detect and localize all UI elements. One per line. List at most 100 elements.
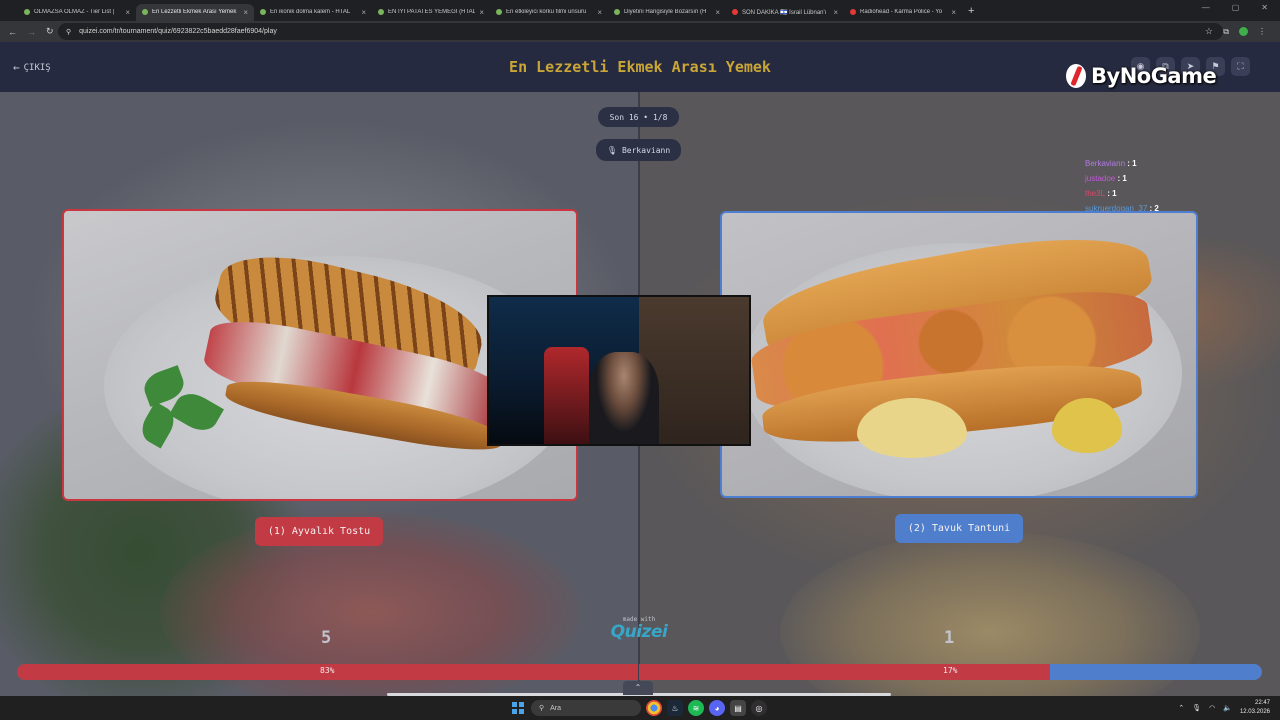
tab-title: En Lezzetli Ekmek Arası Yemek [152, 9, 237, 15]
youtube-icon [732, 9, 738, 15]
reload-icon[interactable]: ↻ [46, 26, 54, 37]
chat-vote-count: 1 [1122, 174, 1127, 183]
volume-icon[interactable]: 🔈 [1223, 704, 1232, 712]
browser-toolbar: ← → ↻ ⚲ quizei.com/tr/tournament/quiz/69… [0, 21, 1280, 42]
back-nav-icon[interactable]: ← [8, 27, 17, 37]
site-icon [260, 9, 266, 15]
browser-tab[interactable]: En ikonik dolma kalem - HTAL × [254, 4, 372, 21]
webcam-streamer [589, 352, 659, 444]
tray-chevron-icon[interactable]: ⌃ [1178, 704, 1184, 712]
minimize-icon[interactable]: — [1202, 3, 1210, 12]
chat-vote-count: 1 [1112, 189, 1117, 198]
vote-progress-fill-left [17, 664, 1051, 680]
close-tab-icon[interactable]: × [479, 8, 484, 17]
browser-tab[interactable]: SON DAKİKA 🇮🇱 İsrail Lübnan'ı × [726, 4, 844, 21]
maximize-icon[interactable]: ▢ [1232, 3, 1240, 12]
chrome-icon[interactable] [646, 700, 662, 716]
site-info-icon[interactable]: ⚲ [66, 28, 71, 36]
url-text: quizei.com/tr/tournament/quiz/6923822c5b… [79, 28, 277, 35]
address-bar[interactable]: ⚲ quizei.com/tr/tournament/quiz/6923822c… [58, 23, 1223, 40]
steam-icon[interactable]: ♨ [667, 700, 683, 716]
extensions-area: ⧉ ⋮ [1223, 27, 1266, 37]
choice-card-right[interactable] [720, 211, 1198, 498]
vote-progress-bar: 83% 17% [17, 664, 1262, 680]
chat-vote-list: Berkaviann : 1 justadoe : 1 the3L : 1 sukru… [1085, 156, 1159, 216]
vote-percent-left: 83% [320, 666, 335, 675]
microphone-icon: 🎙 [606, 145, 617, 155]
obs-icon[interactable]: ◎ [751, 700, 767, 716]
quizei-logo: Quizei [610, 622, 668, 642]
clock[interactable]: 22:47 12.03.2026 [1240, 699, 1270, 717]
discord-icon[interactable]: ◕ [709, 700, 725, 716]
browser-tab[interactable]: En Lezzetli Ekmek Arası Yemek × [136, 3, 254, 21]
site-icon [24, 9, 30, 15]
browser-tab[interactable]: Radiohead - Karma Police - Yo × [844, 4, 962, 21]
taskbar-search[interactable]: ⚲ Ara [531, 700, 641, 716]
close-tab-icon[interactable]: × [715, 8, 720, 17]
chat-vote-row: justadoe : 1 [1085, 171, 1159, 186]
browser-tab[interactable]: En etkileyici korku filmi unsuru × [490, 4, 608, 21]
site-icon [142, 9, 148, 15]
os-taskbar: ⚲ Ara ♨ ≋ ◕ ▤ ◎ ⌃ 🎙 ◠ 🔈 22:47 12.03.2026 [0, 696, 1280, 720]
taskbar-search-placeholder: Ara [550, 704, 562, 712]
close-window-icon[interactable]: ✕ [1261, 3, 1268, 12]
windows-start-icon[interactable] [512, 702, 524, 714]
extension-icon[interactable]: ⧉ [1223, 27, 1229, 37]
chat-username: Berkaviann [1085, 159, 1126, 168]
app-icon[interactable]: ▤ [730, 700, 746, 716]
system-tray: ⌃ 🎙 ◠ 🔈 22:47 12.03.2026 [1178, 699, 1270, 717]
menu-icon[interactable]: ⋮ [1258, 27, 1266, 36]
browser-tab[interactable]: EN İYİ PATATES YEMEĞİ (HTAL × [372, 4, 490, 21]
clock-time: 22:47 [1254, 700, 1270, 706]
quiz-page: ← ÇIKIŞ En Lezzetli Ekmek Arası Yemek ◉ … [0, 42, 1280, 696]
taskbar-apps: ♨ ≋ ◕ ▤ ◎ [646, 700, 767, 716]
close-tab-icon[interactable]: × [243, 8, 248, 17]
choice-button-right[interactable]: (2) Tavuk Tantuni [895, 514, 1023, 543]
profile-avatar[interactable] [1239, 27, 1248, 36]
browser-tab[interactable]: OLMAZSA OLMAZ - Tier List | × [18, 4, 136, 21]
bookmark-star-icon[interactable]: ☆ [1205, 26, 1213, 37]
tab-title: En etkileyici korku filmi unsuru [506, 9, 587, 15]
made-with-badge[interactable]: made with Quizei [606, 616, 672, 641]
site-icon [614, 9, 620, 15]
round-indicator: Son 16 • 1/8 [598, 107, 679, 127]
browser-tab[interactable]: Diyetini Hangisiyle Bozarsın (H × [608, 4, 726, 21]
wifi-icon[interactable]: ◠ [1209, 704, 1215, 712]
window-controls: — ▢ ✕ [1202, 3, 1268, 12]
chat-username: the3L [1085, 189, 1106, 198]
streamer-name: Berkaviann [621, 145, 671, 155]
chat-vote-row: the3L : 1 [1085, 186, 1159, 201]
site-icon [378, 9, 384, 15]
webcam-overlay [487, 295, 751, 446]
forward-nav-icon[interactable]: → [27, 27, 36, 37]
youtube-icon [850, 9, 856, 15]
clock-date: 12.03.2026 [1239, 709, 1270, 715]
close-tab-icon[interactable]: × [833, 8, 838, 17]
search-icon: ⚲ [539, 705, 545, 712]
close-tab-icon[interactable]: × [361, 8, 366, 17]
new-tab-button[interactable]: + [968, 5, 974, 17]
fullscreen-icon[interactable]: ⛶ [1231, 57, 1250, 76]
collapse-panel-toggle[interactable]: ⌃ [623, 681, 653, 695]
site-icon [496, 9, 502, 15]
spotify-icon[interactable]: ≋ [688, 700, 704, 716]
chat-vote-row: Berkaviann : 1 [1085, 156, 1159, 171]
tab-title: OLMAZSA OLMAZ - Tier List | [34, 9, 115, 15]
vote-count-left: 5 [321, 628, 332, 648]
choice-button-left[interactable]: (1) Ayvalık Tostu [255, 517, 383, 546]
microphone-tray-icon[interactable]: 🎙 [1192, 704, 1201, 712]
streamer-badge: 🎙 Berkaviann [596, 139, 681, 161]
tab-title: SON DAKİKA 🇮🇱 İsrail Lübnan'ı [742, 9, 827, 16]
bynogame-logo-text: ByNoGame [1091, 64, 1217, 88]
close-tab-icon[interactable]: × [125, 8, 130, 17]
tab-title: En ikonik dolma kalem - HTAL [270, 9, 351, 15]
chat-username: justadoe [1085, 174, 1116, 183]
close-tab-icon[interactable]: × [597, 8, 602, 17]
tab-title: EN İYİ PATATES YEMEĞİ (HTAL [388, 9, 476, 15]
browser-tab-strip: OLMAZSA OLMAZ - Tier List | × En Lezzetli … [0, 0, 1280, 21]
vote-progress-midline [638, 664, 639, 680]
bynogame-logo-icon [1066, 64, 1086, 88]
bynogame-overlay-logo: ByNoGame [1066, 64, 1217, 88]
close-tab-icon[interactable]: × [951, 8, 956, 17]
tab-title: Radiohead - Karma Police - Yo [860, 9, 943, 15]
